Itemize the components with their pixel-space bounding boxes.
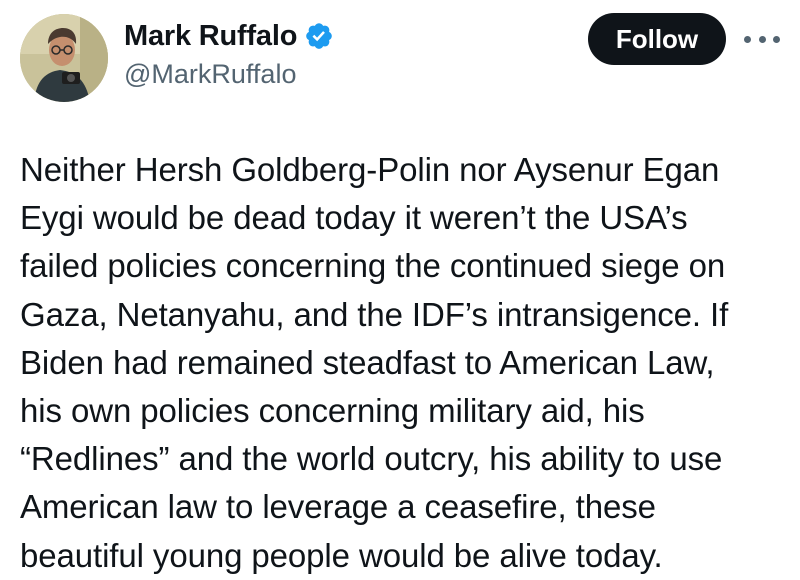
tweet-text: Neither Hersh Goldberg-Polin nor Aysenur… xyxy=(20,151,729,574)
more-options-icon[interactable] xyxy=(744,30,780,48)
more-dot xyxy=(758,35,766,43)
avatar[interactable] xyxy=(20,14,108,102)
more-dot xyxy=(773,35,780,43)
tweet-card: Mark Ruffalo @MarkRuffalo Follow Neither… xyxy=(0,0,800,575)
profile-photo-icon xyxy=(20,14,108,102)
user-handle[interactable]: @MarkRuffalo xyxy=(124,56,334,92)
author-identity: Mark Ruffalo @MarkRuffalo xyxy=(124,16,334,92)
verified-badge-icon xyxy=(304,21,334,51)
more-dot xyxy=(744,35,751,43)
follow-button[interactable]: Follow xyxy=(588,13,726,65)
name-row: Mark Ruffalo xyxy=(124,16,334,56)
display-name[interactable]: Mark Ruffalo xyxy=(124,16,297,56)
